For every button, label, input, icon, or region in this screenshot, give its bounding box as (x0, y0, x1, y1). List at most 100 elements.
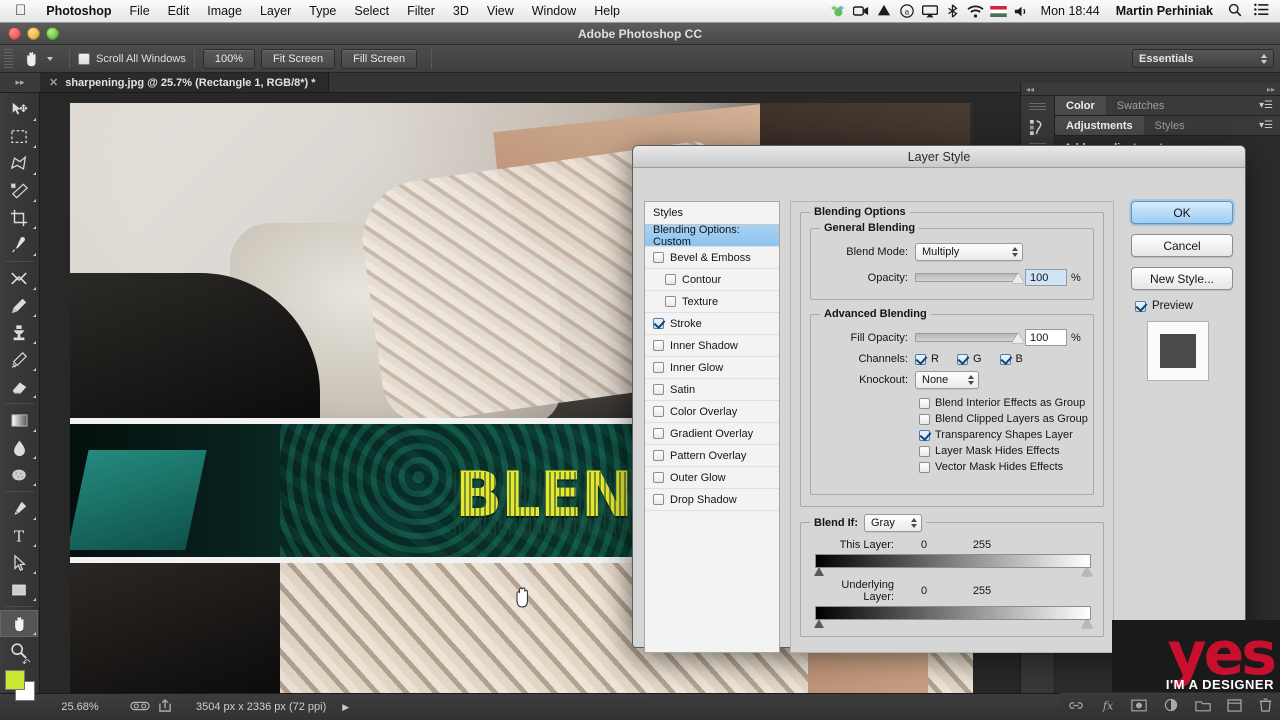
menu-item-window[interactable]: Window (523, 4, 585, 18)
screen-recorder-icon[interactable] (850, 3, 872, 19)
delete-layer-icon[interactable] (1259, 698, 1272, 715)
layer-style-dialog[interactable]: Layer Style Styles Blending Options: Cus… (632, 145, 1246, 653)
fill-opacity-input[interactable]: 100 (1025, 329, 1067, 346)
panel-menu-icon[interactable]: ▾☰ (1252, 116, 1280, 135)
style-checkbox[interactable] (665, 296, 676, 307)
style-checkbox[interactable] (653, 472, 664, 483)
tab-color[interactable]: Color (1055, 96, 1106, 115)
wifi-icon[interactable] (965, 3, 987, 19)
adjustment-layer-icon[interactable] (1164, 698, 1178, 715)
blend-mode-select[interactable]: Multiply (915, 243, 1023, 261)
style-item-pattern-overlay[interactable]: Pattern Overlay (645, 445, 779, 467)
ok-button[interactable]: OK (1131, 201, 1233, 224)
swap-colors-icon[interactable]: ↶ (22, 658, 30, 669)
fill-screen-button[interactable]: Fill Screen (341, 48, 418, 69)
zoom-100-button[interactable]: 100% (202, 48, 255, 69)
play-arrow-icon[interactable]: ▶ (342, 702, 349, 713)
airplay-icon[interactable] (919, 3, 941, 19)
style-item-texture[interactable]: Texture (645, 291, 779, 313)
style-checkbox[interactable] (653, 384, 664, 395)
style-checkbox[interactable] (653, 252, 664, 263)
eraser-tool[interactable] (0, 373, 38, 400)
transparency-shapes-layer-checkbox[interactable] (919, 429, 930, 441)
underlying-layer-black-handle[interactable] (814, 619, 824, 628)
menu-item-photoshop[interactable]: Photoshop (37, 4, 120, 18)
style-checkbox[interactable] (653, 450, 664, 461)
path-selection-tool[interactable] (0, 549, 38, 576)
close-icon[interactable]: ✕ (49, 76, 58, 89)
style-item-satin[interactable]: Satin (645, 379, 779, 401)
opacity-slider-thumb[interactable] (1012, 273, 1024, 283)
menu-item-file[interactable]: File (121, 4, 159, 18)
lasso-tool[interactable] (0, 150, 38, 177)
opacity-input[interactable]: 100 (1025, 269, 1067, 286)
underlying-layer-white-handle[interactable] (1082, 619, 1092, 628)
move-tool[interactable] (0, 96, 38, 123)
apple-icon[interactable]:  (6, 3, 37, 20)
channel-g-checkbox[interactable] (956, 353, 968, 365)
collapse-left-icon[interactable]: ◂◂ (1026, 85, 1034, 94)
style-checkbox[interactable] (653, 340, 664, 351)
blend-interior-effects-checkbox[interactable] (919, 397, 930, 409)
hand-tool[interactable] (0, 610, 38, 637)
layer-mask-hides-effects-checkbox[interactable] (919, 445, 930, 457)
style-item-inner-glow[interactable]: Inner Glow (645, 357, 779, 379)
foreground-color-swatch[interactable] (5, 670, 25, 690)
gradient-tool[interactable] (0, 407, 38, 434)
style-item-drop-shadow[interactable]: Drop Shadow (645, 489, 779, 511)
opacity-slider[interactable] (915, 273, 1024, 283)
scroll-all-windows-checkbox[interactable] (78, 52, 90, 65)
style-checkbox[interactable] (653, 406, 664, 417)
fit-screen-button[interactable]: Fit Screen (261, 48, 336, 69)
type-tool[interactable]: T (0, 522, 38, 549)
preview-checkbox[interactable] (1135, 300, 1146, 312)
tab-swatches[interactable]: Swatches (1106, 96, 1176, 115)
menu-item-image[interactable]: Image (198, 4, 251, 18)
close-window-button[interactable] (8, 27, 21, 40)
style-item-bevel-emboss[interactable]: Bevel & Emboss (645, 247, 779, 269)
minimize-window-button[interactable] (27, 27, 40, 40)
style-item-color-overlay[interactable]: Color Overlay (645, 401, 779, 423)
history-brush-tool[interactable] (0, 346, 38, 373)
style-item-inner-shadow[interactable]: Inner Shadow (645, 335, 779, 357)
menu-item-edit[interactable]: Edit (159, 4, 199, 18)
marquee-tool[interactable] (0, 123, 38, 150)
bluetooth-icon[interactable] (942, 3, 964, 19)
fx-icon[interactable]: fx (1101, 698, 1115, 715)
google-drive-icon[interactable] (873, 3, 895, 19)
style-checkbox[interactable] (653, 494, 664, 505)
fill-opacity-slider-thumb[interactable] (1012, 333, 1024, 343)
channel-r-checkbox[interactable] (915, 353, 926, 365)
camera-icon[interactable] (130, 700, 150, 715)
menu-item-help[interactable]: Help (585, 4, 629, 18)
document-tab[interactable]: ✕ sharpening.jpg @ 25.7% (Rectangle 1, R… (40, 73, 329, 92)
vector-mask-hides-effects-checkbox[interactable] (919, 461, 930, 473)
this-layer-ramp[interactable] (815, 554, 1091, 568)
styles-list[interactable]: Styles Blending Options: Custom Bevel & … (644, 201, 780, 653)
menu-item-filter[interactable]: Filter (398, 4, 444, 18)
eyedropper-tool[interactable] (0, 231, 38, 258)
dropbox-icon[interactable] (827, 3, 849, 19)
menu-clock[interactable]: Mon 18:44 (1033, 4, 1108, 18)
dodge-tool[interactable] (0, 461, 38, 488)
menu-item-select[interactable]: Select (345, 4, 398, 18)
zoom-tool[interactable] (0, 637, 38, 664)
style-item-contour[interactable]: Contour (645, 269, 779, 291)
style-item-blending-options[interactable]: Blending Options: Custom (645, 224, 779, 248)
blend-clipped-layers-checkbox[interactable] (919, 413, 930, 425)
search-icon[interactable] (1221, 3, 1249, 20)
menu-item-view[interactable]: View (478, 4, 523, 18)
volume-icon[interactable] (1011, 3, 1033, 19)
clone-stamp-tool[interactable] (0, 319, 38, 346)
tab-styles[interactable]: Styles (1144, 116, 1196, 135)
style-checkbox[interactable] (653, 362, 664, 373)
tab-adjustments[interactable]: Adjustments (1055, 116, 1144, 135)
menu-user-name[interactable]: Martin Perhiniak (1108, 4, 1221, 18)
blur-tool[interactable] (0, 434, 38, 461)
zoom-level[interactable]: 25.68% (40, 701, 120, 713)
notification-list-icon[interactable] (1249, 3, 1274, 19)
menu-item-3d[interactable]: 3D (444, 4, 478, 18)
tool-preset-chevron-icon[interactable] (47, 56, 53, 61)
blend-if-channel-select[interactable]: Gray (864, 514, 922, 532)
maximize-window-button[interactable] (46, 27, 59, 40)
